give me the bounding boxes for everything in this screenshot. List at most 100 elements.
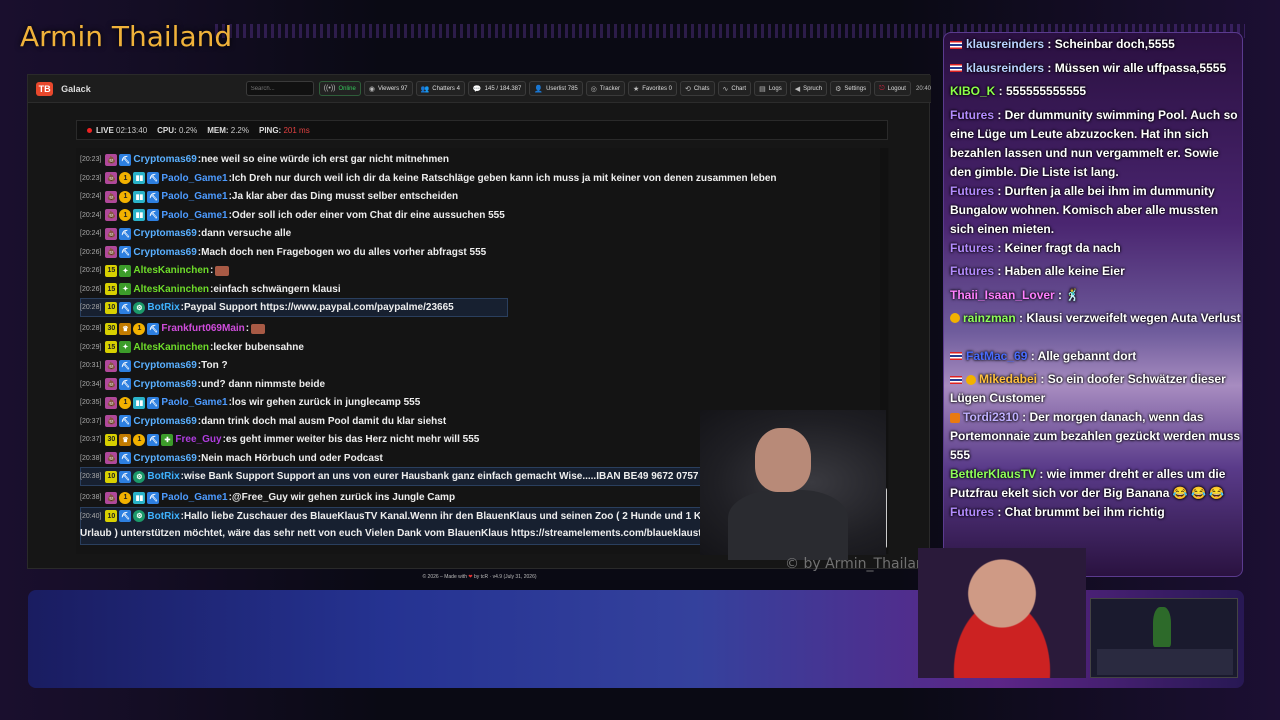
message-username[interactable]: AltesKaninchen bbox=[133, 265, 209, 276]
message-username[interactable]: AltesKaninchen bbox=[133, 342, 209, 353]
chat-message[interactable]: [20:34] 💩 ⛏ Cryptomas69: und? dann nimmste b… bbox=[80, 376, 325, 393]
gold-coin-badge-icon: 1 bbox=[133, 322, 146, 335]
message-username[interactable]: Free_Guy bbox=[175, 434, 221, 445]
message-username[interactable]: BotRix bbox=[147, 471, 179, 482]
message-username[interactable]: Paolo_Game1 bbox=[161, 173, 227, 184]
pickaxe-badge-icon: ⛏ bbox=[147, 396, 160, 409]
chat-message[interactable]: [20:40] 10 ⛏ ⚙ BotRix: Hallo liebe Zuschauer … bbox=[80, 508, 783, 525]
chat-message[interactable]: [20:26] 15 ✦ AltesKaninchen: einfach schwäng… bbox=[80, 281, 341, 298]
nav-button-145[interactable]: 💬 145 / 184.387 bbox=[467, 81, 527, 96]
gold-coin-badge-icon: 1 bbox=[119, 209, 132, 221]
message-username[interactable]: Cryptomas69 bbox=[133, 228, 196, 239]
message-timestamp: [20:35] bbox=[80, 399, 102, 406]
message-text: Paypal Support https://www.paypal.com/pa… bbox=[184, 302, 454, 313]
pickaxe-badge-icon: ⛏ bbox=[147, 190, 160, 203]
nav-button-settings[interactable]: ⚙ Settings bbox=[830, 81, 872, 96]
nav-button-logs[interactable]: ▤ Logs bbox=[754, 81, 787, 96]
chat-message[interactable]: [20:26] 15 ✦ AltesKaninchen: bbox=[80, 262, 230, 279]
message-username[interactable]: Paolo_Game1 bbox=[161, 210, 227, 221]
history-icon: ⟲ bbox=[684, 85, 691, 93]
message-username[interactable]: Cryptomas69 bbox=[133, 247, 196, 258]
tracker-icon: ◎ bbox=[590, 85, 597, 93]
room-bed bbox=[1097, 649, 1233, 675]
message-timestamp: [20:28] bbox=[80, 304, 102, 311]
poop-badge-icon: 💩 bbox=[105, 172, 118, 184]
nav-button-favorites[interactable]: ★ Favorites 0 bbox=[627, 81, 677, 96]
chat-message[interactable]: [20:23] 💩 1 ▮▮ ⛏ Paolo_Game1: Ich Dreh nur dur… bbox=[80, 170, 777, 187]
nav-button-userlist[interactable]: 👤 Userlist 785 bbox=[529, 81, 583, 96]
chat-message[interactable]: [20:38] 💩 1 ▮▮ ⛏ Paolo_Game1: @Free_Guy wir ge… bbox=[80, 489, 455, 506]
message-username[interactable]: Cryptomas69 bbox=[133, 416, 196, 427]
chat-message[interactable]: [20:24] 💩 1 ▮▮ ⛏ Paolo_Game1: Oder soll ich od… bbox=[80, 207, 505, 224]
pickaxe-badge-icon: ⛏ bbox=[119, 415, 132, 427]
chat-message[interactable]: [20:24] 💩 1 ▮▮ ⛏ Paolo_Game1: Ja klar aber das… bbox=[80, 188, 458, 205]
poop-badge-icon: 💩 bbox=[105, 209, 118, 221]
overlay-chat-message: Tordi2310 : Der morgen danach, wenn das … bbox=[950, 408, 1242, 465]
chat-message[interactable]: [20:38] 10 ⛏ ⚙ BotRix: wise Bank Support Supp… bbox=[80, 468, 723, 485]
nav-button-viewers[interactable]: ◉ Viewers 97 bbox=[363, 81, 413, 96]
pickaxe-badge-icon: ⛏ bbox=[119, 153, 132, 166]
poop-badge-icon: 💩 bbox=[105, 491, 118, 504]
search-input[interactable] bbox=[245, 81, 314, 96]
thai-flag-icon bbox=[950, 375, 962, 384]
message-username[interactable]: Cryptomas69 bbox=[133, 360, 196, 371]
message-text: Hallo liebe Zuschauer des BlaueKlausTV K… bbox=[184, 510, 784, 522]
month-badge-icon: 15 bbox=[105, 341, 118, 353]
overlay-chat-username: Tordi2310 bbox=[963, 410, 1019, 424]
chat-message[interactable]: [20:38] 💩 ⛏ Cryptomas69: Nein mach Hörbuch u… bbox=[80, 450, 383, 467]
webcam-person-body bbox=[728, 490, 848, 560]
message-username[interactable]: Cryptomas69 bbox=[133, 154, 196, 165]
overlay-chat-username: Thaii_Isaan_Lover bbox=[950, 287, 1055, 302]
message-username[interactable]: AltesKaninchen bbox=[133, 284, 209, 295]
overlay-chat-username: Futures bbox=[950, 183, 995, 198]
message-username[interactable]: BotRix bbox=[147, 511, 179, 522]
chat-message[interactable]: [20:35] 💩 1 ▮▮ ⛏ Paolo_Game1: los wir gehen zu… bbox=[80, 394, 420, 411]
nav-button-spruch[interactable]: ◀ Spruch bbox=[789, 81, 828, 96]
chat-message[interactable]: [20:28] 10 ⛏ ⚙ BotRix: Paypal Support https:/… bbox=[80, 299, 454, 316]
nav-button-logout[interactable]: ⎋ Logout bbox=[874, 81, 911, 96]
gift-badge-icon: ✚ bbox=[161, 433, 174, 446]
chat-message[interactable]: [20:31] 💩 ⛏ Cryptomas69: Ton ? bbox=[80, 357, 228, 374]
message-username[interactable]: Paolo_Game1 bbox=[161, 191, 227, 202]
overlay-chat-message: KIBO_K : 555555555555 bbox=[950, 82, 1242, 101]
nav-button-chats[interactable]: ⟲ Chats bbox=[679, 81, 715, 96]
overlay-chat-message: Futures : Haben alle keine Eier bbox=[950, 262, 1242, 281]
overlay-chat-text: : Klausi verzweifelt wegen Auta Verlust bbox=[1015, 310, 1241, 325]
message-timestamp: [20:26] bbox=[80, 285, 102, 293]
nav-button-chatters[interactable]: 👥 Chatters 4 bbox=[415, 81, 465, 96]
message-username[interactable]: Cryptomas69 bbox=[133, 453, 196, 464]
overlay-chat-message: Futures : Chat brummt bei ihm richtig bbox=[950, 503, 1242, 522]
message-timestamp: [20:29] bbox=[80, 343, 102, 351]
chat-message[interactable]: [20:23] 💩 ⛏ Cryptomas69: nee weil so eine wü… bbox=[80, 151, 449, 168]
pickaxe-badge-icon: ⛏ bbox=[147, 491, 160, 504]
message-username[interactable]: Frankfurt069Main bbox=[161, 323, 244, 334]
gold-coin-badge-icon: 1 bbox=[119, 190, 132, 203]
overlay-chat-username: FatMac_69 bbox=[966, 348, 1028, 363]
overlay-chat-text: : Haben alle keine Eier bbox=[994, 264, 1125, 278]
overlay-chat-message: rainzman : Klausi verzweifelt wegen Auta… bbox=[950, 309, 1242, 328]
month-badge-icon: 10 bbox=[105, 470, 118, 483]
message-username[interactable]: Paolo_Game1 bbox=[161, 397, 227, 408]
chat-message[interactable]: [20:24] 💩 ⛏ Cryptomas69: dann versuche alle bbox=[80, 225, 291, 242]
message-timestamp: [20:24] bbox=[80, 230, 102, 237]
nav-button-online[interactable]: ((•)) Online bbox=[318, 81, 361, 96]
message-timestamp: [20:38] bbox=[80, 494, 102, 501]
chat-message[interactable]: [20:29] 15 ✦ AltesKaninchen: lecker bubensah… bbox=[80, 339, 304, 356]
coin-badge-icon bbox=[950, 313, 960, 324]
chat-message[interactable]: Urlaub ) unterstützen möchtet, wäre das … bbox=[80, 525, 722, 542]
message-username[interactable]: Cryptomas69 bbox=[133, 379, 196, 390]
spark-badge-icon: ✦ bbox=[119, 264, 132, 277]
message-text: Ich Dreh nur durch weil ich dir da keine… bbox=[231, 172, 777, 184]
nav-button-label: Chatters 4 bbox=[432, 85, 460, 92]
chat-message[interactable]: [20:37] 💩 ⛏ Cryptomas69: dann trink doch mal… bbox=[80, 413, 446, 430]
nav-button-chart[interactable]: ∿ Chart bbox=[717, 81, 752, 96]
nav-button-label: Chats bbox=[693, 85, 710, 92]
poop-badge-icon: 💩 bbox=[105, 415, 118, 427]
message-username[interactable]: Paolo_Game1 bbox=[161, 492, 227, 503]
chat-message[interactable]: [20:28] 30 ♛ 1 ⛏ Frankfurt069Main: bbox=[80, 320, 266, 337]
message-text: es geht immer weiter bis das Herz nicht … bbox=[225, 434, 480, 445]
message-username[interactable]: BotRix bbox=[147, 302, 179, 313]
chat-message[interactable]: [20:26] 💩 ⛏ Cryptomas69: Mach doch nen Frage… bbox=[80, 244, 486, 261]
chat-message[interactable]: [20:37] 30 ♛ 1 ⛏ ✚ Free_Guy: es geht immer weit… bbox=[80, 431, 479, 448]
nav-button-tracker[interactable]: ◎ Tracker bbox=[585, 81, 625, 96]
